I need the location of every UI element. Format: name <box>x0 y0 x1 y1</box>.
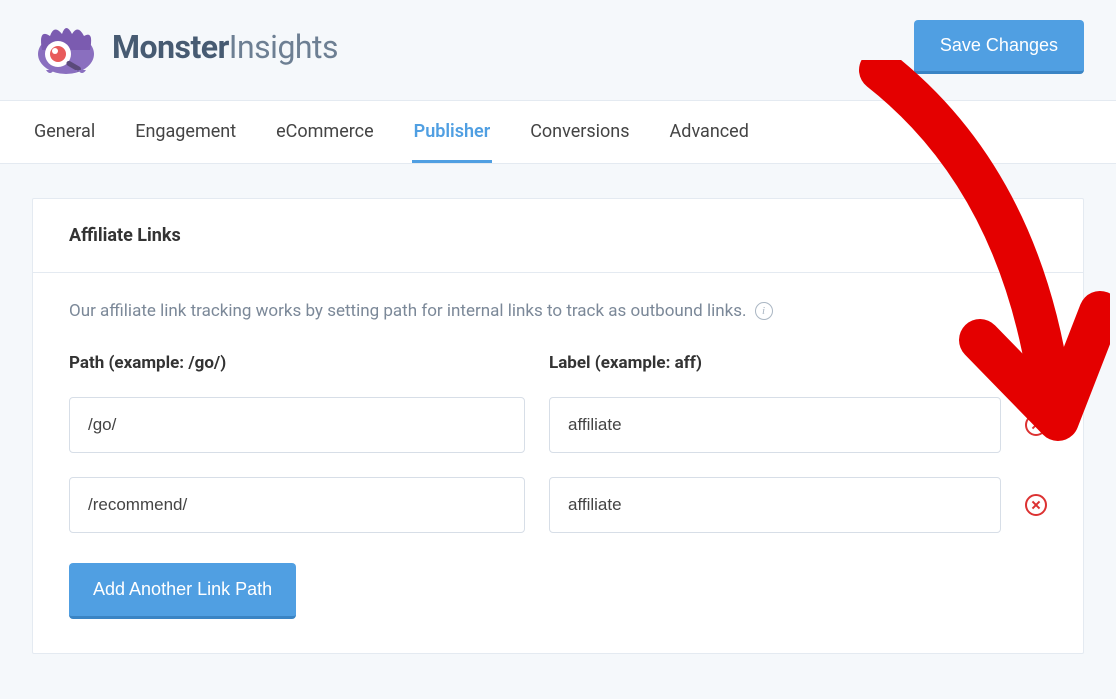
brand-name-strong: Monster <box>112 28 229 66</box>
affiliate-links-panel: Affiliate Links Our affiliate link track… <box>32 198 1084 654</box>
brand-name: MonsterInsights <box>112 28 338 66</box>
link-rows <box>69 397 1047 533</box>
link-row <box>69 477 1047 533</box>
remove-row-button[interactable] <box>1025 414 1047 436</box>
link-row <box>69 397 1047 453</box>
tab-advanced[interactable]: Advanced <box>668 101 751 163</box>
path-column-header: Path (example: /go/) <box>69 353 525 373</box>
info-icon[interactable]: i <box>755 302 773 320</box>
tabs: General Engagement eCommerce Publisher C… <box>0 101 1116 164</box>
help-text-content: Our affiliate link tracking works by set… <box>69 301 747 321</box>
help-text: Our affiliate link tracking works by set… <box>69 301 1047 321</box>
remove-row-button[interactable] <box>1025 494 1047 516</box>
tab-conversions[interactable]: Conversions <box>528 101 631 163</box>
header: MonsterInsights Save Changes <box>0 0 1116 101</box>
label-input[interactable] <box>549 397 1001 453</box>
brand: MonsterInsights <box>32 18 338 76</box>
panel-body: Our affiliate link tracking works by set… <box>33 273 1083 653</box>
panel-title: Affiliate Links <box>69 225 1047 246</box>
column-headers: Path (example: /go/) Label (example: aff… <box>69 353 1047 373</box>
path-input[interactable] <box>69 397 525 453</box>
panel-header: Affiliate Links <box>33 199 1083 273</box>
brand-name-light: Insights <box>229 28 338 66</box>
tab-publisher[interactable]: Publisher <box>412 101 493 163</box>
path-input[interactable] <box>69 477 525 533</box>
label-input[interactable] <box>549 477 1001 533</box>
save-button[interactable]: Save Changes <box>914 20 1084 74</box>
label-column-header: Label (example: aff) <box>549 353 1047 373</box>
add-link-path-button[interactable]: Add Another Link Path <box>69 563 296 619</box>
brand-logo-icon <box>32 18 100 76</box>
tab-general[interactable]: General <box>32 101 97 163</box>
tab-engagement[interactable]: Engagement <box>133 101 238 163</box>
tab-ecommerce[interactable]: eCommerce <box>274 101 376 163</box>
